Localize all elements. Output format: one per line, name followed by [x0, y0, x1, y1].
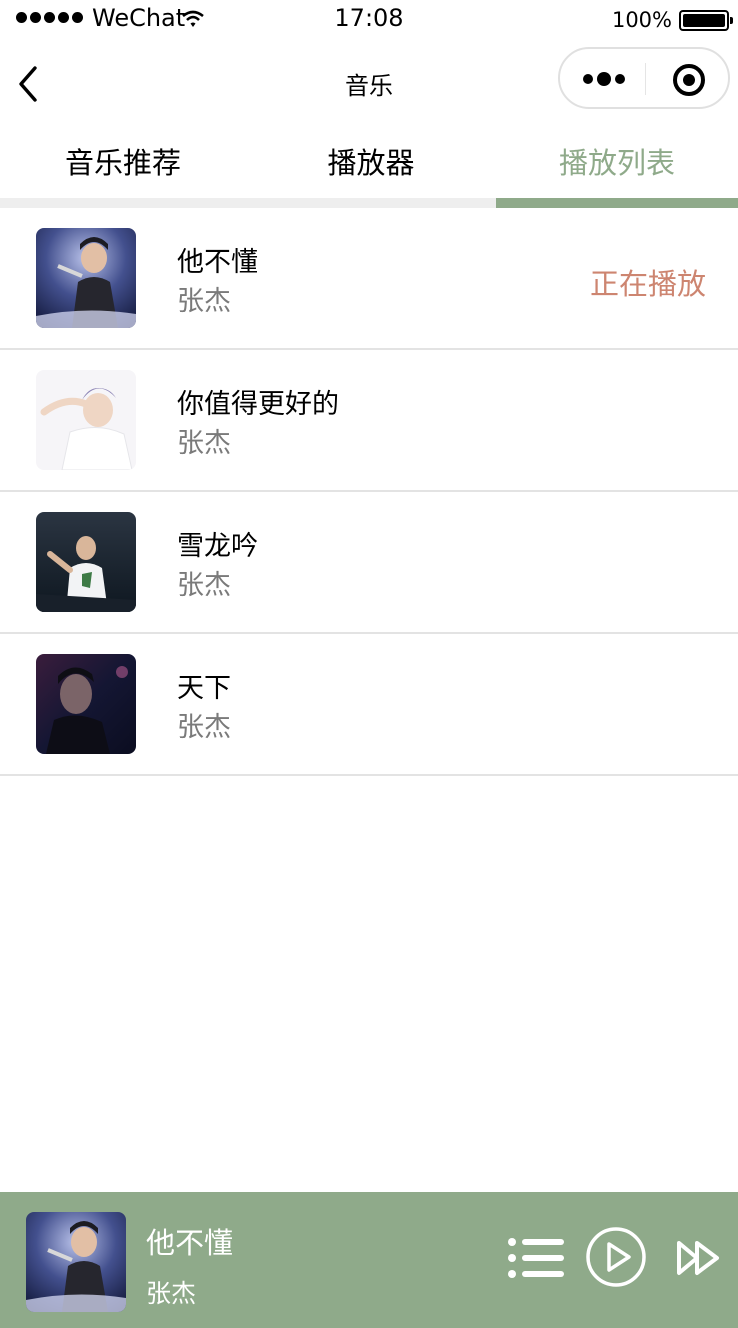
status-bar: WeChat 17:08 100%: [0, 0, 738, 40]
player-song-title: 他不懂: [146, 1226, 234, 1260]
menu-capsule: [558, 47, 730, 109]
tab-player[interactable]: 播放器: [246, 140, 496, 184]
tab-playlist[interactable]: 播放列表: [496, 140, 738, 184]
song-title: 天下: [177, 673, 231, 704]
more-icon[interactable]: [580, 65, 630, 93]
album-cover: [36, 512, 136, 612]
battery-icon: [679, 10, 733, 31]
battery-percent: 100%: [611, 8, 672, 32]
next-icon[interactable]: [676, 1239, 722, 1277]
song-title: 他不懂: [177, 247, 258, 278]
playlist-icon[interactable]: [506, 1236, 566, 1280]
tab-active-indicator: [496, 198, 738, 208]
song-artist: 张杰: [177, 286, 231, 317]
now-playing-label: 正在播放: [589, 267, 706, 301]
list-item[interactable]: 你值得更好的 张杰: [0, 350, 738, 492]
album-cover: [36, 370, 136, 470]
song-title: 雪龙吟: [177, 531, 258, 562]
play-icon[interactable]: [585, 1226, 647, 1288]
song-artist: 张杰: [177, 428, 231, 459]
player-album-cover[interactable]: [26, 1212, 126, 1312]
player-song-artist: 张杰: [146, 1279, 197, 1308]
song-artist: 张杰: [177, 712, 231, 743]
song-artist: 张杰: [177, 570, 231, 601]
tab-music-recommend[interactable]: 音乐推荐: [0, 140, 246, 184]
song-title: 你值得更好的: [177, 389, 339, 420]
mini-player: 他不懂 张杰: [0, 1192, 738, 1328]
list-item[interactable]: 他不懂 张杰 正在播放: [0, 208, 738, 350]
close-target-icon[interactable]: [672, 63, 706, 97]
album-cover: [36, 228, 136, 328]
list-item[interactable]: 天下 张杰: [0, 634, 738, 776]
album-cover: [36, 654, 136, 754]
list-item[interactable]: 雪龙吟 张杰: [0, 492, 738, 634]
capsule-divider: [645, 63, 646, 95]
